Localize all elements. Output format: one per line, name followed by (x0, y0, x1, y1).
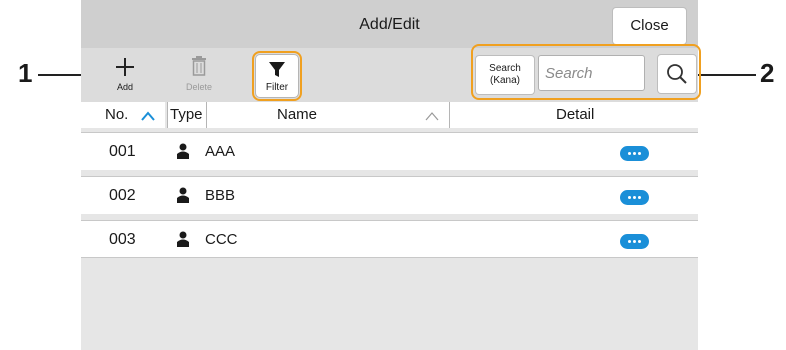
table-row[interactable]: 001 AAA (81, 132, 698, 170)
row-number: 001 (109, 143, 136, 160)
table-row[interactable]: 003 CCC (81, 220, 698, 258)
trash-icon (192, 56, 206, 76)
delete-label: Delete (185, 82, 212, 92)
column-header-name-label: Name (277, 106, 318, 123)
row-number: 002 (109, 187, 136, 204)
callout-2-number: 2 (760, 58, 775, 88)
add-edit-panel: Add/Edit Close Add Delete Filter Search … (81, 0, 701, 350)
chevron-up-icon (141, 111, 155, 121)
more-dots-icon (638, 196, 641, 199)
detail-button[interactable] (620, 146, 649, 161)
column-header-name[interactable]: Name (207, 102, 449, 128)
column-header-detail-label: Detail (556, 106, 595, 123)
row-number: 003 (109, 231, 136, 248)
add-label: Add (116, 82, 133, 92)
plus-icon (116, 58, 134, 76)
callout-1-highlight (252, 51, 302, 101)
row-name: CCC (205, 231, 238, 248)
chevron-up-icon (425, 112, 439, 121)
more-dots-icon (628, 240, 631, 243)
table-row[interactable]: 002 BBB (81, 176, 698, 214)
person-icon (177, 143, 189, 159)
more-dots-icon (638, 152, 641, 155)
callout-1-number: 1 (18, 58, 33, 88)
callout-2-line (698, 74, 756, 76)
person-icon (177, 187, 189, 203)
column-header-type-label: Type (170, 106, 203, 123)
delete-button[interactable]: Delete (177, 48, 221, 102)
more-dots-icon (633, 196, 636, 199)
page-title: Add/Edit (359, 16, 420, 33)
more-dots-icon (633, 240, 636, 243)
add-button[interactable]: Add (103, 48, 147, 102)
detail-button[interactable] (620, 234, 649, 249)
more-dots-icon (628, 152, 631, 155)
more-dots-icon (638, 240, 641, 243)
callout-2-highlight (471, 44, 701, 100)
detail-button[interactable] (620, 190, 649, 205)
close-button[interactable]: Close (613, 8, 686, 44)
more-dots-icon (628, 196, 631, 199)
column-header-type: Type (168, 102, 206, 128)
column-header-no[interactable]: No. (81, 102, 165, 128)
more-dots-icon (633, 152, 636, 155)
title-bar: Add/Edit Close (81, 0, 698, 48)
column-header-detail: Detail (450, 102, 698, 128)
column-header-no-label: No. (105, 106, 129, 123)
row-name: BBB (205, 187, 236, 204)
person-icon (177, 231, 189, 247)
row-name: AAA (205, 143, 236, 160)
